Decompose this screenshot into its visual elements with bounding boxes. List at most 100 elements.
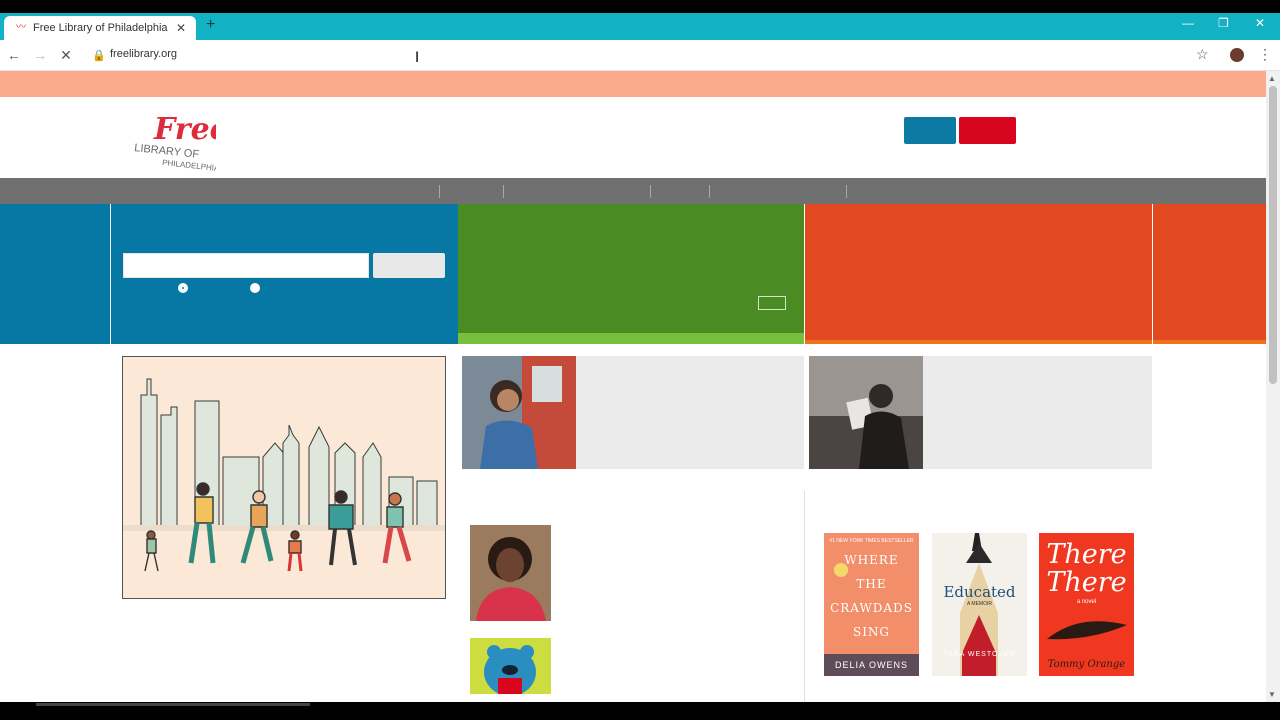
book-author: DELIA OWENS: [824, 654, 919, 676]
dancer-body: [386, 506, 404, 528]
browser-tab[interactable]: 〰 Free Library of Philadelphia ✕: [4, 16, 196, 40]
header-red-button[interactable]: [959, 117, 1016, 144]
book-author: Tommy Orange: [1047, 659, 1126, 670]
commuter-photo[interactable]: [462, 356, 576, 469]
dancer-legs: [240, 526, 274, 564]
dancer-body: [194, 496, 214, 524]
address-bar[interactable]: freelibrary.org: [110, 48, 177, 60]
commuter-photo-art: [462, 356, 576, 469]
catalog-search-input[interactable]: [123, 253, 369, 278]
book-cover-there-there[interactable]: There There a novel Tommy Orange: [1039, 533, 1134, 676]
person-face: [497, 389, 519, 411]
skyline-building: [160, 406, 178, 528]
logo-line-philadelphia: PHILADELPHIA: [162, 158, 216, 171]
book-title-line: SING: [852, 625, 891, 639]
free-library-favicon-icon: 〰: [16, 22, 26, 33]
dancer-legs: [382, 526, 412, 564]
main-nav-bar: [0, 178, 1266, 204]
search-option-radio[interactable]: [250, 283, 260, 293]
search-option-radio-selected[interactable]: [178, 283, 188, 293]
book-title-line: There: [1046, 539, 1127, 570]
dancer-head: [334, 490, 348, 504]
skyline-building: [308, 425, 330, 528]
stop-loading-icon[interactable]: ✕: [56, 45, 76, 65]
screen-top-edge: [0, 0, 1280, 13]
nav-separator: [503, 185, 504, 198]
book-title-line: There: [1046, 567, 1127, 598]
skyline-building: [362, 442, 382, 528]
catalog-search-button[interactable]: [373, 253, 445, 278]
dancer-head: [146, 530, 156, 540]
horizontal-scroll-indicator: [36, 703, 310, 706]
orange-panel-bottom-bar: [1153, 340, 1266, 344]
nav-separator: [650, 185, 651, 198]
person-face: [496, 548, 524, 582]
scrollbar-thumb[interactable]: [1269, 86, 1277, 384]
tab-strip: 〰 Free Library of Philadelphia ✕: [0, 13, 1280, 40]
book-title: There There: [1039, 541, 1134, 597]
skyline-building: [416, 480, 438, 528]
restore-window-icon[interactable]: ❐: [1218, 16, 1229, 30]
lock-icon: 🔒: [92, 50, 106, 62]
browser-menu-icon[interactable]: ⋮: [1258, 46, 1272, 63]
dancer-head: [196, 482, 210, 496]
feature-panel-green: [458, 204, 804, 344]
bookmark-star-icon[interactable]: ☆: [1196, 46, 1209, 63]
green-panel-outline-button[interactable]: [758, 296, 786, 310]
forward-arrow-icon[interactable]: →: [30, 45, 50, 65]
feature-card-text-area: [923, 356, 1152, 469]
reading-bear-art: [484, 645, 536, 694]
pencil-lead: [966, 543, 992, 563]
logo-word-free: Free: [153, 112, 216, 147]
catalog-search-panel: [111, 204, 458, 344]
orange-panel-bottom-bar: [805, 340, 1152, 344]
author-portrait-art: [470, 525, 551, 621]
feature-card-text-area: [576, 356, 804, 469]
scroll-up-arrow-icon[interactable]: ▲: [1268, 74, 1276, 83]
skyline-dancers-art: [123, 378, 445, 572]
browser-toolbar: ← → ✕ 🔒 freelibrary.org ☆ ⋮: [0, 40, 1280, 71]
minimize-window-icon[interactable]: —: [1182, 16, 1194, 30]
dancer-legs: [329, 528, 357, 566]
skyline-dancers-illustration[interactable]: [122, 356, 446, 599]
city-hall-tower: [282, 424, 300, 528]
dancer-body: [250, 504, 268, 528]
bear-book: [498, 678, 522, 694]
feature-panel-orange: [805, 204, 1152, 344]
book-subtitle: A MEMOIR: [966, 601, 992, 607]
tab-title: Free Library of Philadelphia: [33, 22, 168, 34]
person-jacket: [480, 420, 538, 469]
profile-avatar[interactable]: [1230, 48, 1244, 62]
book-title-line: CRAWDADS: [830, 601, 913, 615]
bear-nose: [502, 665, 518, 675]
book-subtitle: a novel: [1076, 599, 1097, 605]
back-arrow-icon[interactable]: ←: [4, 45, 24, 65]
free-library-logo[interactable]: Free LIBRARY OF PHILADELPHIA: [134, 109, 216, 171]
book-cover-crawdads[interactable]: #1 NEW YORK TIMES BESTSELLER WHERE THE C…: [824, 533, 919, 676]
feather-shape: [1047, 621, 1127, 640]
alert-banner: [0, 71, 1266, 97]
author-portrait[interactable]: [470, 525, 551, 621]
reading-bear-graphic[interactable]: [470, 638, 551, 694]
book-sun-graphic: [834, 563, 848, 577]
book-cover-educated[interactable]: Educated A MEMOIR TARA WESTOVER: [932, 533, 1027, 676]
text-cursor-icon: I: [415, 50, 420, 66]
browser-window: 〰 Free Library of Philadelphia ✕ + — ❐ ✕…: [0, 0, 1280, 720]
new-tab-icon[interactable]: +: [206, 16, 215, 34]
book-title: Educated: [943, 583, 1016, 601]
feather-graphic: [1047, 621, 1127, 640]
book-tagline: #1 NEW YORK TIMES BESTSELLER: [829, 538, 914, 544]
reader-photo[interactable]: [809, 356, 923, 469]
dancer-head: [388, 492, 402, 506]
dancer-legs: [144, 552, 159, 572]
train-window: [532, 366, 562, 402]
dancer-legs: [287, 552, 303, 572]
close-window-icon[interactable]: ✕: [1255, 16, 1265, 30]
scroll-down-arrow-icon[interactable]: ▼: [1268, 690, 1276, 699]
header-blue-button[interactable]: [904, 117, 956, 144]
dancer-body: [146, 538, 157, 554]
green-panel-bottom-bar: [458, 333, 804, 344]
nav-separator: [439, 185, 440, 198]
dancer-body: [288, 540, 302, 554]
close-tab-icon[interactable]: ✕: [174, 21, 188, 35]
